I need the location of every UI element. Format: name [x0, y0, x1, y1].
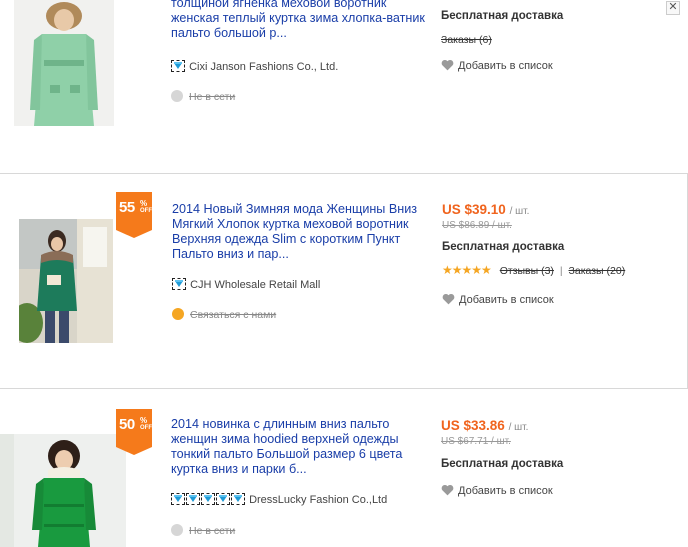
- contact-status[interactable]: Не в сети: [171, 524, 235, 537]
- diamond-icon: [231, 493, 245, 505]
- add-to-wishlist-button[interactable]: Добавить в список: [441, 484, 553, 497]
- original-price: US $67.71 / шт.: [441, 436, 511, 447]
- rating-stars: ★★★★★: [442, 263, 492, 277]
- product-price: US $33.86 / шт.: [441, 418, 528, 433]
- diamond-icon: [171, 493, 185, 505]
- shipping-label: Бесплатная доставка: [441, 10, 564, 22]
- shipping-label: Бесплатная доставка: [441, 458, 564, 470]
- price-unit: / шт.: [509, 206, 530, 217]
- shipping-label: Бесплатная доставка: [442, 241, 565, 253]
- product-image[interactable]: [0, 434, 126, 547]
- orders-label[interactable]: Заказы (20): [569, 265, 626, 277]
- discount-badge: 55 % OFF: [116, 192, 152, 238]
- heart-icon: [441, 59, 454, 71]
- discount-off: OFF: [140, 425, 152, 431]
- price-unit: / шт.: [508, 422, 529, 433]
- diamond-icon: [172, 278, 186, 290]
- rating-row: ★★★★★ Отзывы (3) | Заказы (20): [442, 263, 625, 277]
- product-image[interactable]: [19, 219, 113, 343]
- product-card: 55 % OFF 2014 Новый Зимняя мода Женщины …: [0, 173, 688, 389]
- seller-info: Cixi Janson Fashions Co., Ltd.: [171, 60, 338, 73]
- offline-icon: [171, 524, 183, 536]
- original-price: US $86.89 / шт.: [442, 220, 512, 231]
- seller-name[interactable]: CJH Wholesale Retail Mall: [190, 279, 320, 291]
- seller-name[interactable]: Cixi Janson Fashions Co., Ltd.: [189, 61, 338, 73]
- add-to-wishlist-button[interactable]: Добавить в список: [442, 293, 554, 306]
- product-card: 50 % OFF 2014 новинка с длинным вниз пал…: [0, 408, 688, 547]
- product-title[interactable]: 2014 Новый Зимняя мода Женщины Вниз Мягк…: [172, 202, 430, 262]
- discount-off: OFF: [140, 208, 152, 214]
- wishlist-label: Добавить в список: [459, 294, 554, 306]
- diamond-icon: [186, 493, 200, 505]
- separator: |: [559, 265, 563, 277]
- status-label: Не в сети: [189, 91, 236, 103]
- seller-info: DressLucky Fashion Co.,Ltd: [171, 493, 387, 506]
- discount-value: 55: [119, 199, 135, 216]
- seller-name[interactable]: DressLucky Fashion Co.,Ltd: [249, 494, 387, 506]
- heart-icon: [442, 293, 455, 305]
- product-image[interactable]: [14, 0, 114, 126]
- product-card: толщиной ягненка меховой воротник женска…: [0, 0, 688, 150]
- heart-icon: [441, 484, 454, 496]
- diamond-icon: [201, 493, 215, 505]
- add-to-wishlist-button[interactable]: Добавить в список: [441, 59, 553, 72]
- discount-percent: %: [140, 416, 148, 425]
- status-label: Связаться с нами: [190, 309, 277, 321]
- product-title[interactable]: толщиной ягненка меховой воротник женска…: [171, 0, 429, 41]
- product-title[interactable]: 2014 новинка с длинным вниз пальто женщи…: [171, 417, 429, 477]
- wishlist-label: Добавить в список: [458, 485, 553, 497]
- price-value: US $39.10: [442, 202, 506, 217]
- discount-percent: %: [140, 199, 148, 208]
- reviews-link[interactable]: Отзывы (3): [500, 265, 554, 277]
- status-label: Не в сети: [189, 525, 236, 537]
- discount-badge: 50 % OFF: [116, 409, 152, 455]
- wishlist-label: Добавить в список: [458, 60, 553, 72]
- contact-status[interactable]: Не в сети: [171, 90, 235, 103]
- discount-value: 50: [119, 416, 135, 433]
- offline-icon: [171, 90, 183, 102]
- diamond-icon: [171, 60, 185, 72]
- product-price: US $39.10 / шт.: [442, 202, 529, 217]
- orders-count[interactable]: Заказы (6): [441, 34, 492, 46]
- close-button[interactable]: ✕: [666, 1, 680, 15]
- price-value: US $33.86: [441, 418, 505, 433]
- contact-status[interactable]: Связаться с нами: [172, 308, 276, 321]
- orders-label: Заказы (6): [441, 34, 492, 46]
- diamond-icon: [216, 493, 230, 505]
- seller-info: CJH Wholesale Retail Mall: [172, 278, 320, 291]
- online-icon: [172, 308, 184, 320]
